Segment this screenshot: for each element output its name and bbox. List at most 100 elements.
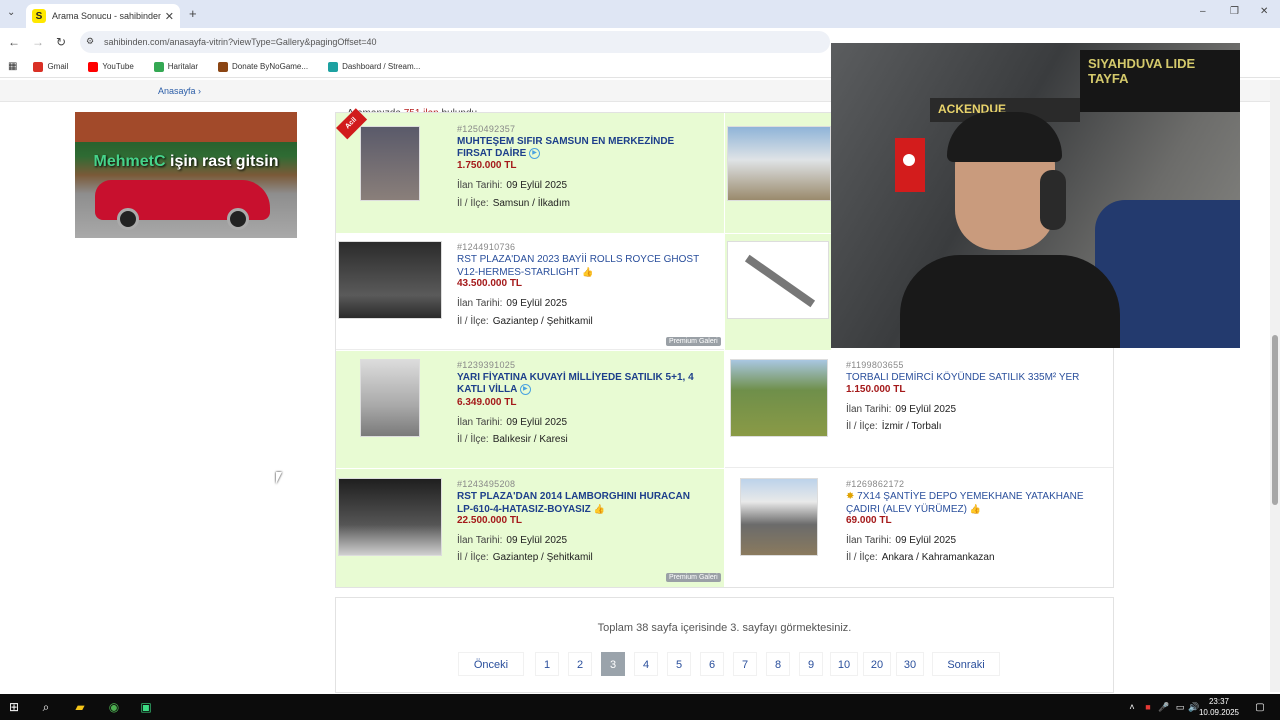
ad-caption-text: işin rast gitsin — [165, 153, 279, 170]
headphones-icon — [1040, 170, 1066, 230]
listing-thumbnail[interactable] — [338, 241, 442, 319]
clock-date: 10.09.2025 — [1198, 708, 1240, 717]
listing-title[interactable]: RST PLAZA'DAN 2023 BAYİİ ROLLS ROYCE GHO… — [457, 254, 707, 279]
page-button[interactable]: 30 — [896, 652, 924, 676]
date-value: 09 Eylül 2025 — [895, 535, 957, 546]
date-value: 09 Eylül 2025 — [506, 298, 568, 309]
bookmark-label: Donate ByNoGame... — [232, 62, 309, 71]
date-label: İlan Tarihi: — [457, 180, 503, 191]
thumbs-up-icon: 👍 — [582, 267, 594, 277]
listing-location: İl / İlçe: Samsun / İlkadım — [457, 198, 570, 209]
page-button[interactable]: 20 — [863, 652, 891, 676]
reload-icon[interactable]: ↻ — [56, 35, 66, 49]
search-icon[interactable]: ⌕ — [36, 697, 56, 717]
listing-title[interactable]: MUHTEŞEM SIFIR SAMSUN EN MERKEZİNDE FIRS… — [457, 136, 687, 160]
prev-page-button[interactable]: Önceki — [458, 652, 524, 676]
page-button[interactable]: 7 — [733, 652, 757, 676]
listing-thumbnail[interactable] — [727, 241, 829, 319]
location-label: İl / İlçe: — [846, 421, 878, 432]
forward-icon[interactable]: → — [32, 35, 44, 49]
wall-banner: SIYAHDUVA LIDE TAYFA — [1080, 50, 1240, 112]
listing-id: #1243495208 — [457, 479, 516, 489]
youtube-icon — [88, 61, 99, 72]
page-button[interactable]: 2 — [568, 652, 592, 676]
restore-icon[interactable]: ❐ — [1230, 6, 1239, 17]
banner-text: SIYAHDUVA LIDE TAYFA — [1088, 56, 1196, 86]
listing-price: 69.000 TL — [846, 515, 892, 526]
listing-title-text[interactable]: MUHTEŞEM SIFIR SAMSUN EN MERKEZİNDE FIRS… — [457, 136, 674, 159]
bookmark-label: Dashboard / Stream... — [342, 62, 421, 71]
breadcrumb-home[interactable]: Anasayfa — [158, 86, 196, 96]
file-explorer-icon[interactable]: ▰ — [70, 697, 90, 717]
listing-location: İl / İlçe: Gaziantep / Şehitkamil — [457, 552, 593, 563]
page-button[interactable]: 8 — [766, 652, 790, 676]
location-label: İl / İlçe: — [846, 552, 878, 563]
notification-icon[interactable]: ▢ — [1250, 697, 1270, 717]
bookmark-label: Gmail — [47, 62, 69, 71]
page-button[interactable]: 9 — [799, 652, 823, 676]
page-button[interactable]: 10 — [830, 652, 858, 676]
apps-icon[interactable]: ▦ — [8, 61, 17, 72]
listing-thumbnail[interactable] — [360, 359, 420, 437]
listing-title-text[interactable]: RST PLAZA'DAN 2014 LAMBORGHINI HURACAN L… — [457, 491, 690, 515]
clock-time: 23:37 — [1208, 697, 1230, 706]
minimize-icon[interactable]: – — [1200, 6, 1206, 17]
next-page-button[interactable]: Sonraki — [932, 652, 1000, 676]
listing-title[interactable]: ✸ 7x14 ŞANTİYE DEPO YEMEKHANE YATAKHANE … — [846, 491, 1106, 516]
site-info-icon[interactable]: ⚙ — [86, 36, 94, 47]
tab-list-icon[interactable]: ⌄ — [7, 7, 15, 18]
date-label: İlan Tarihi: — [846, 535, 892, 546]
new-tab-icon[interactable]: + — [189, 6, 197, 21]
listing-thumbnail[interactable] — [727, 126, 831, 201]
page-button[interactable]: 4 — [634, 652, 658, 676]
app-icon[interactable]: ▣ — [136, 697, 156, 717]
current-page-button[interactable]: 3 — [601, 652, 625, 676]
premium-gallery-badge: Premium Galeri — [666, 573, 721, 582]
mouse-cursor-icon — [276, 472, 282, 484]
sahibinden-favicon-icon: S — [32, 9, 46, 23]
address-bar[interactable]: sahibinden.com/anasayfa-vitrin?viewType=… — [80, 31, 830, 53]
listing-date: İlan Tarihi: 09 Eylül 2025 — [457, 417, 567, 428]
location-value: Gaziantep / Şehitkamil — [492, 316, 593, 327]
page-button[interactable]: 1 — [535, 652, 559, 676]
bookmark-donate[interactable]: Donate ByNoGame... — [218, 61, 309, 72]
bookmark-maps[interactable]: Haritalar — [153, 61, 198, 72]
listing-location: İl / İlçe: İzmir / Torbalı — [846, 421, 942, 432]
ad-banner-image[interactable]: MehmetC işin rast gitsin — [75, 112, 297, 238]
taskbar-clock[interactable]: 23:37 10.09.2025 — [1198, 696, 1240, 718]
listing-date: İlan Tarihi: 09 Eylül 2025 — [846, 535, 956, 546]
pagination-info: Toplam 38 sayfa içerisinde 3. sayfayı gö… — [597, 622, 852, 634]
scrollbar-thumb[interactable] — [1272, 335, 1278, 505]
close-tab-icon[interactable]: ✕ — [165, 10, 174, 23]
listing-title-text[interactable]: RST PLAZA'DAN 2023 BAYİİ ROLLS ROYCE GHO… — [457, 254, 699, 278]
listing-title-text[interactable]: 7x14 ŞANTİYE DEPO YEMEKHANE YATAKHANE ÇA… — [846, 491, 1084, 515]
listing-date: İlan Tarihi: 09 Eylül 2025 — [457, 298, 567, 309]
breadcrumb[interactable]: Anasayfa › — [158, 86, 201, 96]
listing-thumbnail[interactable] — [338, 478, 442, 556]
dashboard-icon — [328, 61, 339, 72]
back-icon[interactable]: ← — [8, 35, 20, 49]
page-button[interactable]: 5 — [667, 652, 691, 676]
page-button[interactable]: 6 — [700, 652, 724, 676]
close-window-icon[interactable]: ✕ — [1260, 6, 1268, 17]
start-menu-icon[interactable]: ⊞ — [4, 697, 24, 717]
chrome-icon[interactable]: ◉ — [104, 697, 124, 717]
listing-thumbnail[interactable] — [740, 478, 818, 556]
listing-thumbnail[interactable] — [730, 359, 828, 437]
listing-title[interactable]: RST PLAZA'DAN 2014 LAMBORGHINI HURACAN L… — [457, 491, 707, 516]
date-value: 09 Eylül 2025 — [506, 180, 568, 191]
listing-location: İl / İlçe: Balıkesir / Karesi — [457, 434, 568, 445]
location-value: Ankara / Kahramankazan — [881, 552, 995, 563]
date-value: 09 Eylül 2025 — [506, 417, 568, 428]
listing-price: 1.750.000 TL — [457, 160, 517, 171]
listing-title[interactable]: TORBALI DEMİRCİ KÖYÜNDE SATILIK 335M² YE… — [846, 372, 1096, 384]
listing-title-text[interactable]: YARI FİYATINA KUVAYİ MİLLİYEDE SATILIK 5… — [457, 372, 694, 395]
location-label: İl / İlçe: — [457, 552, 489, 563]
bookmark-dashboard[interactable]: Dashboard / Stream... — [328, 61, 421, 72]
bookmark-youtube[interactable]: YouTube — [88, 61, 134, 72]
listing-title[interactable]: YARI FİYATINA KUVAYİ MİLLİYEDE SATILIK 5… — [457, 372, 697, 396]
browser-tab[interactable]: S Arama Sonucu - sahibinden.co ✕ — [26, 4, 180, 28]
listing-thumbnail[interactable] — [360, 126, 420, 201]
maps-icon — [153, 61, 164, 72]
bookmark-gmail[interactable]: Gmail — [33, 61, 69, 72]
